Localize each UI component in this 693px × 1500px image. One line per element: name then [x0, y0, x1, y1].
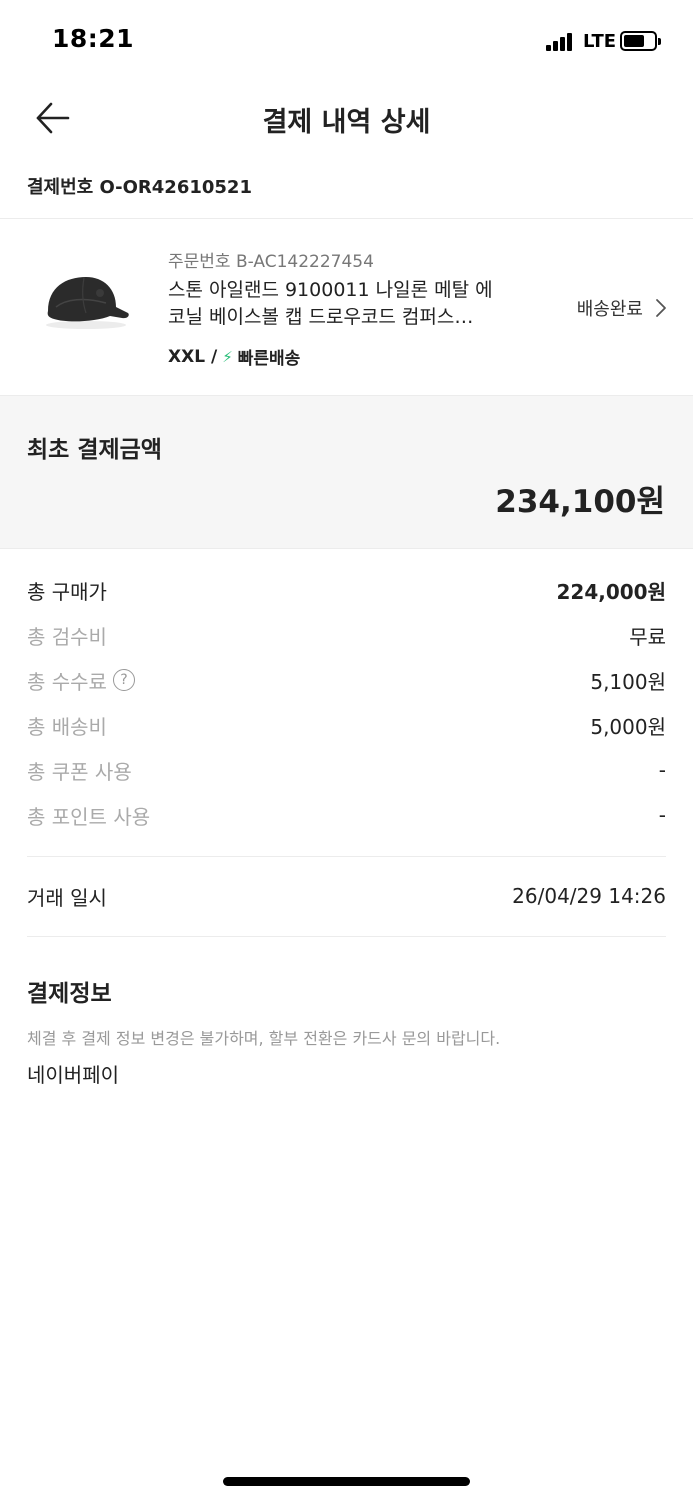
payment-method: 네이버페이: [27, 1063, 119, 1087]
question-circle-icon[interactable]: ?: [112, 669, 135, 691]
row-value: 무료: [629, 624, 666, 649]
delivery-status-link[interactable]: 배송완료: [577, 295, 667, 321]
signal-icon: [546, 33, 578, 51]
row-label: 총 포인트 사용: [27, 804, 151, 829]
lightning-icon: ⚡: [222, 347, 233, 366]
transaction-date-value: 26/04/29 14:26: [512, 884, 666, 908]
order-item[interactable]: 주문번호 B-AC142227454 스톤 아일랜드 9100011 나일론 메…: [0, 219, 693, 395]
order-number: 주문번호 B-AC142227454: [168, 252, 374, 272]
row-label: 총 배송비: [27, 714, 107, 739]
total-amount-panel: 최초 결제금액 234,100원: [0, 395, 693, 549]
status-time: 18:21: [52, 24, 135, 53]
chevron-right-icon: [656, 299, 666, 317]
battery-icon: [620, 31, 661, 51]
row-label: 총 쿠폰 사용: [27, 759, 132, 784]
shipping-type: 빠른배송: [237, 349, 301, 369]
row-label: 총 구매가: [27, 579, 107, 604]
row-value: 5,000원: [590, 714, 666, 739]
payment-info-title: 결제정보: [27, 981, 112, 1007]
row-value: -: [658, 758, 666, 782]
row-label: 총 검수비: [27, 624, 107, 649]
product-image: [46, 277, 129, 329]
breakdown-row-coupon: 총 쿠폰 사용 -: [27, 755, 666, 785]
row-value: 5,100원: [590, 669, 666, 694]
transaction-date-label: 거래 일시: [27, 885, 107, 910]
breakdown-row-purchase: 총 구매가 224,000원: [27, 575, 666, 605]
total-amount-value: 234,100원: [495, 484, 665, 520]
divider: [27, 856, 666, 857]
network-type: LTE: [583, 31, 617, 52]
payment-number: 결제번호 O-OR42610521: [27, 177, 252, 198]
delivery-status: 배송완료: [576, 299, 643, 320]
status-bar: 18:21 LTE: [0, 0, 693, 84]
product-option: XXL / ⚡ 빠른배송: [168, 344, 301, 370]
breakdown-row-shipping: 총 배송비 5,000원: [27, 710, 666, 740]
nav-header: 결제 내역 상세: [0, 84, 693, 150]
product-name: 스톤 아일랜드 9100011 나일론 메탈 에 코닐 베이스볼 캡 드로우코드…: [168, 277, 528, 331]
product-name-line2: 코닐 베이스볼 캡 드로우코드 컴퍼스…: [168, 306, 474, 328]
product-name-line1: 스톤 아일랜드 9100011 나일론 메탈 에: [168, 279, 493, 301]
divider: [27, 936, 666, 937]
breakdown-row-points: 총 포인트 사용 -: [27, 800, 666, 830]
payment-info-notice: 체결 후 결제 정보 변경은 불가하며, 할부 전환은 카드사 문의 바랍니다.: [27, 1029, 501, 1048]
home-indicator[interactable]: [223, 1477, 470, 1486]
row-label: 총 수수료: [27, 669, 107, 694]
page-title: 결제 내역 상세: [262, 107, 431, 138]
row-value: 224,000원: [556, 579, 667, 604]
row-value: -: [658, 803, 666, 827]
breakdown-row-fee: 총 수수료 ? 5,100원: [27, 665, 666, 695]
breakdown-row-inspection: 총 검수비 무료: [27, 620, 666, 650]
size-label: XXL /: [168, 346, 218, 367]
total-amount-label: 최초 결제금액: [27, 437, 162, 463]
transaction-date-row: 거래 일시 26/04/29 14:26: [27, 881, 666, 911]
